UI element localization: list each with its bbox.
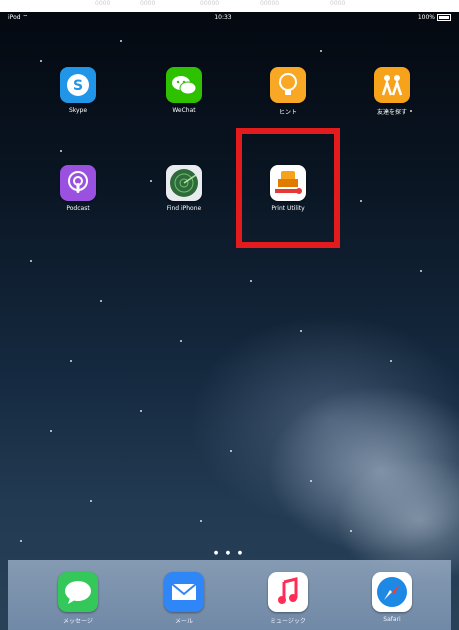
red-highlight-box [236,128,340,248]
app-label: メール [174,618,193,625]
svg-text:S: S [73,78,83,94]
cropped-text: 00000 [260,0,280,7]
status-bar: iPod ⌔ 10:33 100% [8,12,451,22]
app-wechat[interactable]: WeChat [154,67,214,114]
app-label: Safari [383,616,401,623]
battery-icon [436,13,451,21]
mail-icon [164,572,204,612]
app-label: ミュージック [270,618,306,625]
dock: メッセージ メール ミュージック Safari [8,560,451,630]
tips-lightbulb-icon [270,67,306,103]
device-label: iPod ⌔ [8,14,29,21]
dock-app-safari[interactable]: Safari [362,572,422,623]
safari-compass-icon [372,572,412,612]
cropped-text: 00000 [200,0,220,7]
app-label: Skype [68,107,88,114]
app-skype[interactable]: S Skype [48,67,108,114]
dock-app-music[interactable]: ミュージック [258,572,318,625]
find-friends-icon [374,67,410,103]
app-label: メッセージ [63,618,93,625]
music-icon [268,572,308,612]
wifi-icon: ⌔ [22,14,29,21]
app-label: WeChat [172,107,196,114]
cropped-text: 0000 [330,0,346,7]
app-label: Find iPhone [166,205,202,212]
battery-indicator: 100% [418,13,451,21]
ipad-screen: 0000 0000 00000 00000 0000 iPod ⌔ 10:33 … [0,0,459,630]
app-podcast[interactable]: Podcast [48,165,108,212]
cropped-text: 0000 [95,0,111,7]
page-indicator-dots: ● ● ● [213,550,246,556]
dock-app-mail[interactable]: メール [154,572,214,625]
app-label: Podcast [66,205,90,212]
skype-icon: S [60,67,96,103]
cropped-text: 0000 [140,0,156,7]
podcast-icon [60,165,96,201]
app-label: 友達を探す [376,109,407,116]
messages-icon [58,572,98,612]
find-iphone-radar-icon [166,165,202,201]
status-time: 10:33 [214,13,232,21]
app-label: ヒント [278,109,297,116]
app-tips[interactable]: ヒント [258,67,318,116]
top-cropped-strip: 0000 0000 00000 00000 0000 [0,0,459,12]
app-find-iphone[interactable]: Find iPhone [154,165,214,212]
wechat-icon [166,67,202,103]
dock-app-messages[interactable]: メッセージ [48,572,108,625]
app-find-friends[interactable]: 友達を探す [362,67,422,116]
